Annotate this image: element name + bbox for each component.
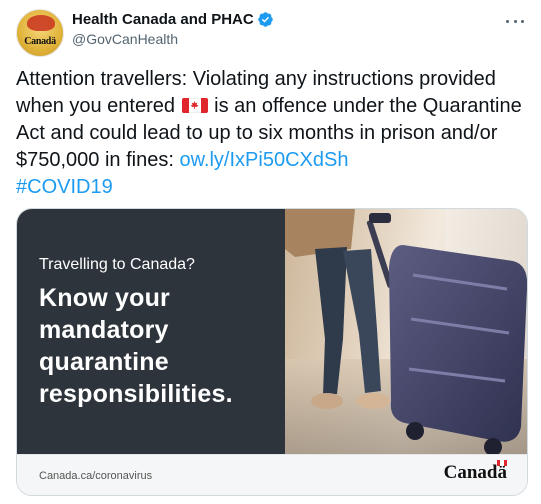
tweet: Canadä Health Canada and PHAC @GovCanHea… [0,0,541,504]
card-footer: Canada.ca/coronavirus Canadä [17,454,527,495]
verified-badge-icon [257,12,273,27]
author-handle[interactable]: @GovCanHealth [72,31,178,47]
tweet-link[interactable]: ow.ly/IxPi50CXdSh [179,149,348,171]
card-headline-line: Know your [39,284,170,312]
avatar-seal [27,15,55,31]
avatar-wordmark: Canadä [24,36,56,47]
card-headline-line: responsibilities. [39,380,233,408]
tweet-text: Attention travellers: Violating any inst… [16,66,528,201]
canada-flag-icon [181,98,208,113]
author-name-row: Health Canada and PHAC [72,11,274,28]
avatar[interactable]: Canadä [16,9,64,57]
card-url[interactable]: Canada.ca/coronavirus [39,470,152,482]
card-photo [285,209,527,454]
card-text-panel: Travelling to Canada? Know your mandator… [17,209,285,454]
wordmark-flag-icon [497,460,507,466]
card-subtitle: Travelling to Canada? [39,256,195,273]
hashtag-link[interactable]: #COVID19 [16,176,113,198]
author-display-name[interactable]: Health Canada and PHAC [72,11,254,28]
card-headline-line: mandatory [39,316,169,344]
traveller-with-suitcase-illustration [285,209,527,454]
more-options-icon[interactable] [503,12,527,30]
card-headline-line: quarantine [39,348,169,376]
media-card[interactable]: Travelling to Canada? Know your mandator… [16,208,528,496]
card-headline: Know your mandatory quarantine responsib… [39,282,233,410]
